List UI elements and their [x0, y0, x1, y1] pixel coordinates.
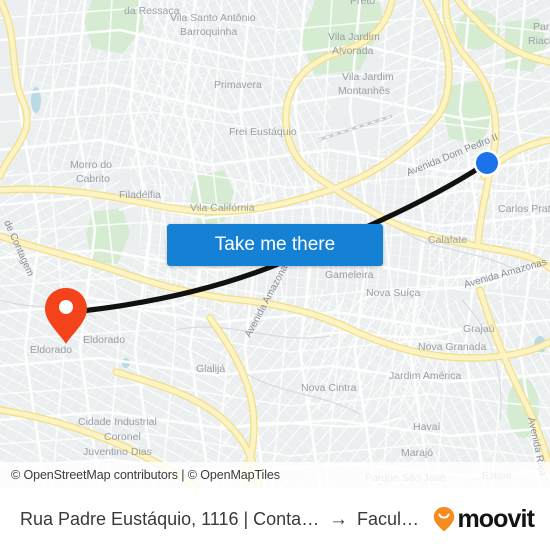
svg-text:Preto: Preto — [350, 0, 375, 7]
take-me-there-button[interactable]: Take me there — [167, 224, 383, 266]
trip-footer: Rua Padre Eustáquio, 1116 | Contaexata .… — [0, 488, 550, 550]
svg-text:Eldorado: Eldorado — [30, 344, 72, 356]
svg-text:Morro do: Morro do — [70, 159, 112, 171]
svg-text:Par: Par — [533, 21, 550, 33]
moovit-pin-icon — [434, 507, 455, 532]
take-me-there-label: Take me there — [214, 234, 336, 255]
map-attribution: © OpenStreetMap contributors | © OpenMap… — [0, 462, 550, 488]
arrow-right-icon: → — [329, 508, 348, 530]
svg-text:Jardim América: Jardim América — [389, 370, 462, 382]
svg-text:Montanhês: Montanhês — [338, 85, 390, 97]
svg-text:Marajó: Marajó — [401, 447, 433, 459]
svg-text:Nova Suíça: Nova Suíça — [366, 287, 420, 299]
trip-summary: Rua Padre Eustáquio, 1116 | Contaexata .… — [20, 509, 424, 530]
svg-text:Cabrito: Cabrito — [76, 173, 110, 185]
svg-text:Grajaú: Grajaú — [463, 323, 495, 335]
trip-destination-label: Faculd... — [357, 508, 425, 529]
attribution-text: © OpenStreetMap contributors | © OpenMap… — [11, 468, 280, 482]
svg-text:Vila Califórnia: Vila Califórnia — [190, 202, 255, 214]
svg-text:Filadélfia: Filadélfia — [119, 189, 161, 201]
svg-text:Coronel: Coronel — [104, 431, 141, 443]
svg-text:Frei Eustáquio: Frei Eustáquio — [229, 126, 297, 138]
svg-text:Alvorada: Alvorada — [332, 45, 374, 57]
svg-text:Barroquinha: Barroquinha — [180, 26, 237, 38]
moovit-trip-screen: da Ressaca Vila Santo Antônio Barroquinh… — [0, 0, 550, 550]
trip-origin-label: Rua Padre Eustáquio, 1116 | Contaexata .… — [20, 508, 320, 529]
svg-text:Juventino Dias: Juventino Dias — [83, 446, 152, 458]
origin-dot[interactable] — [473, 149, 501, 177]
svg-text:Carlos Prate: Carlos Prate — [498, 203, 550, 215]
svg-text:Eldorado: Eldorado — [83, 334, 125, 346]
svg-text:Riacl: Riacl — [528, 35, 550, 47]
svg-text:Havaí: Havaí — [413, 421, 441, 433]
svg-text:Glalijá: Glalijá — [196, 363, 225, 375]
svg-text:Nova Granada: Nova Granada — [418, 341, 486, 353]
svg-text:Cidade Industrial: Cidade Industrial — [78, 416, 157, 428]
svg-text:Nova Cintra: Nova Cintra — [301, 382, 357, 394]
svg-text:Gameleira: Gameleira — [325, 269, 374, 281]
svg-text:Vila Jardim: Vila Jardim — [342, 71, 394, 83]
svg-text:Primavera: Primavera — [214, 79, 262, 91]
moovit-logo[interactable]: moovit — [432, 504, 535, 533]
moovit-wordmark: moovit — [457, 504, 534, 533]
svg-text:Vila Jardim: Vila Jardim — [328, 31, 380, 43]
svg-text:Vila Santo Antônio: Vila Santo Antônio — [170, 12, 256, 24]
svg-text:Calafate: Calafate — [428, 234, 467, 246]
